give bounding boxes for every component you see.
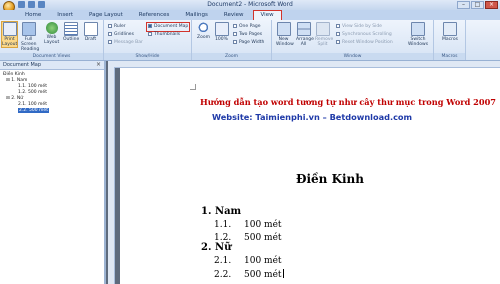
page-width-icon: [233, 40, 237, 44]
minimize-icon[interactable]: –: [457, 1, 470, 9]
document-heading-red: Hướng dẫn tạo word tương tự như cây thư …: [200, 97, 496, 107]
document-map-tree: Điền Kinh ⊟ 1. Nam 1.1. 100 mét 1.2. 500…: [0, 70, 104, 114]
reset-position-icon: [336, 40, 340, 44]
document-map-header: Document Map ×: [0, 61, 104, 70]
tab-mailings[interactable]: Mailings: [178, 11, 215, 20]
split-icon: [315, 22, 330, 36]
view-side-by-side-button[interactable]: View Side by Side: [336, 23, 382, 29]
group-label: Show/Hide: [104, 53, 191, 60]
two-pages-icon: [233, 32, 237, 36]
document-title: Điền Kinh: [295, 172, 365, 186]
zoom-100-icon: [214, 22, 229, 36]
outline-icon: [63, 22, 78, 36]
arrange-all-icon: [296, 22, 311, 36]
list-item-level2: 1.1. 100 mét: [214, 220, 282, 230]
side-by-side-icon: [336, 24, 340, 28]
new-window-icon: [276, 22, 291, 36]
tab-home[interactable]: Home: [18, 11, 48, 20]
maximize-icon[interactable]: □: [471, 1, 484, 9]
window-title: Document2 - Microsoft Word: [207, 1, 293, 8]
macros-icon: [442, 22, 457, 36]
group-window: New Window Arrange All Remove Split View…: [272, 20, 434, 60]
sync-scroll-icon: [336, 32, 340, 36]
thumbnails-checkbox[interactable]: Thumbnails: [148, 31, 180, 37]
remove-split-button[interactable]: Remove Split: [315, 22, 333, 47]
arrange-all-button[interactable]: Arrange All: [296, 22, 314, 47]
switch-windows-icon: [411, 22, 425, 36]
full-screen-reading-button[interactable]: Full Screen Reading: [21, 22, 39, 52]
print-layout-icon: [2, 22, 17, 36]
draft-icon: [83, 22, 98, 36]
tab-page-layout[interactable]: Page Layout: [82, 11, 130, 20]
tab-references[interactable]: References: [132, 11, 177, 20]
switch-windows-button[interactable]: Switch Windows: [406, 22, 430, 47]
page-width-button[interactable]: Page Width: [233, 39, 264, 45]
ruler-checkbox[interactable]: Ruler: [108, 23, 126, 29]
web-layout-icon: [45, 22, 58, 34]
group-show-hide: Ruler Gridlines Message Bar Document Map…: [104, 20, 192, 60]
sync-scrolling-button[interactable]: Synchronous Scrolling: [336, 31, 392, 37]
outline-button[interactable]: Outline: [63, 22, 79, 42]
zoom-100-button[interactable]: 100%: [214, 22, 229, 42]
tab-review[interactable]: Review: [217, 11, 251, 20]
ribbon-tabs: Home Insert Page Layout References Maili…: [0, 10, 500, 20]
draft-button[interactable]: Draft: [83, 22, 98, 42]
reset-window-position-button[interactable]: Reset Window Position: [336, 39, 393, 45]
document-map-checkbox[interactable]: Document Map: [148, 23, 188, 29]
group-document-views: Print Layout Full Screen Reading Web Lay…: [0, 20, 104, 60]
group-label: Zoom: [192, 53, 271, 60]
new-window-button[interactable]: New Window: [276, 22, 294, 47]
tab-insert[interactable]: Insert: [50, 11, 80, 20]
two-pages-button[interactable]: Two Pages: [233, 31, 262, 37]
macros-button[interactable]: Macros: [442, 22, 458, 42]
ribbon: Print Layout Full Screen Reading Web Lay…: [0, 20, 500, 61]
document-heading-blue: Website: Taimienphi.vn – Betdownload.com: [212, 112, 413, 122]
group-label: Macros: [434, 53, 465, 60]
margin-mark: [190, 84, 196, 90]
tab-view[interactable]: View: [252, 10, 282, 20]
list-item-level1: 1. Nam: [201, 206, 242, 217]
close-icon[interactable]: ×: [485, 1, 498, 9]
full-screen-reading-icon: [21, 22, 36, 36]
group-label: Window: [272, 53, 433, 60]
list-item-level2: 2.1. 100 mét: [214, 256, 282, 266]
one-page-icon: [233, 24, 237, 28]
web-layout-button[interactable]: Web Layout: [44, 22, 59, 45]
gridlines-checkbox[interactable]: Gridlines: [108, 31, 134, 37]
list-item-level1: 2. Nữ: [201, 242, 232, 253]
horizontal-ruler[interactable]: [114, 61, 500, 68]
group-macros: Macros Macros: [434, 20, 466, 60]
window-controls: – □ ×: [457, 1, 498, 9]
group-zoom: Zoom 100% One Page Two Pages Page Width …: [192, 20, 272, 60]
magnifier-icon: [197, 22, 210, 34]
one-page-button[interactable]: One Page: [233, 23, 261, 29]
title-bar: Document2 - Microsoft Word – □ ×: [0, 0, 500, 13]
group-label: Document Views: [0, 53, 103, 60]
message-bar-checkbox[interactable]: Message Bar: [108, 39, 143, 45]
close-icon[interactable]: ×: [96, 61, 101, 69]
print-layout-button[interactable]: Print Layout: [1, 21, 18, 48]
zoom-button[interactable]: Zoom: [196, 22, 211, 40]
tree-item-selected[interactable]: 2.2. 500 mét: [0, 108, 104, 114]
text-cursor: [282, 269, 284, 278]
list-item-level2: 2.2. 500 mét: [214, 269, 284, 280]
